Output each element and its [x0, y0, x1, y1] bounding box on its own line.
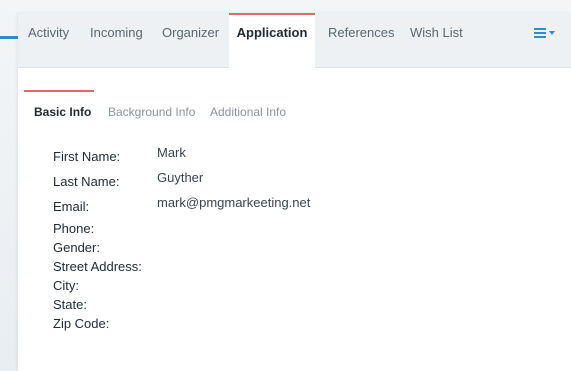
subtab-basic-info[interactable]: Basic Info	[24, 90, 94, 130]
field-label: Phone:	[53, 221, 95, 236]
tab-activity[interactable]: Activity	[28, 13, 69, 68]
field-label: Last Name:	[53, 174, 120, 189]
tab-references[interactable]: References	[328, 13, 394, 68]
field-label: Zip Code:	[53, 316, 110, 331]
field-value: Mark	[157, 145, 186, 160]
tab-application[interactable]: Application	[229, 13, 315, 69]
field-label: Gender:	[53, 240, 100, 255]
subtab-additional-info[interactable]: Additional Info	[210, 90, 286, 130]
field-label: Street Address:	[53, 259, 142, 274]
tab-organizer[interactable]: Organizer	[162, 13, 219, 68]
hamburger-menu-icon	[534, 28, 546, 38]
main-tab-bar: Activity Incoming Organizer Application …	[18, 13, 571, 69]
subtab-background-info[interactable]: Background Info	[108, 90, 195, 130]
field-label: State:	[53, 297, 87, 312]
field-label: City:	[53, 278, 79, 293]
subtab-bar: Basic Info Background Info Additional In…	[18, 90, 571, 130]
tab-incoming[interactable]: Incoming	[90, 13, 143, 68]
field-value: mark@pmgmarkeeting.net	[157, 195, 311, 210]
menu-button[interactable]	[534, 25, 555, 41]
tab-wish-list[interactable]: Wish List	[410, 13, 463, 68]
caret-down-icon	[549, 31, 555, 35]
app-frame: Activity Incoming Organizer Application …	[0, 0, 571, 371]
field-value: Guyther	[157, 170, 204, 185]
profile-panel: Activity Incoming Organizer Application …	[18, 13, 571, 371]
field-label: First Name:	[53, 149, 121, 164]
field-label: Email:	[53, 199, 90, 214]
